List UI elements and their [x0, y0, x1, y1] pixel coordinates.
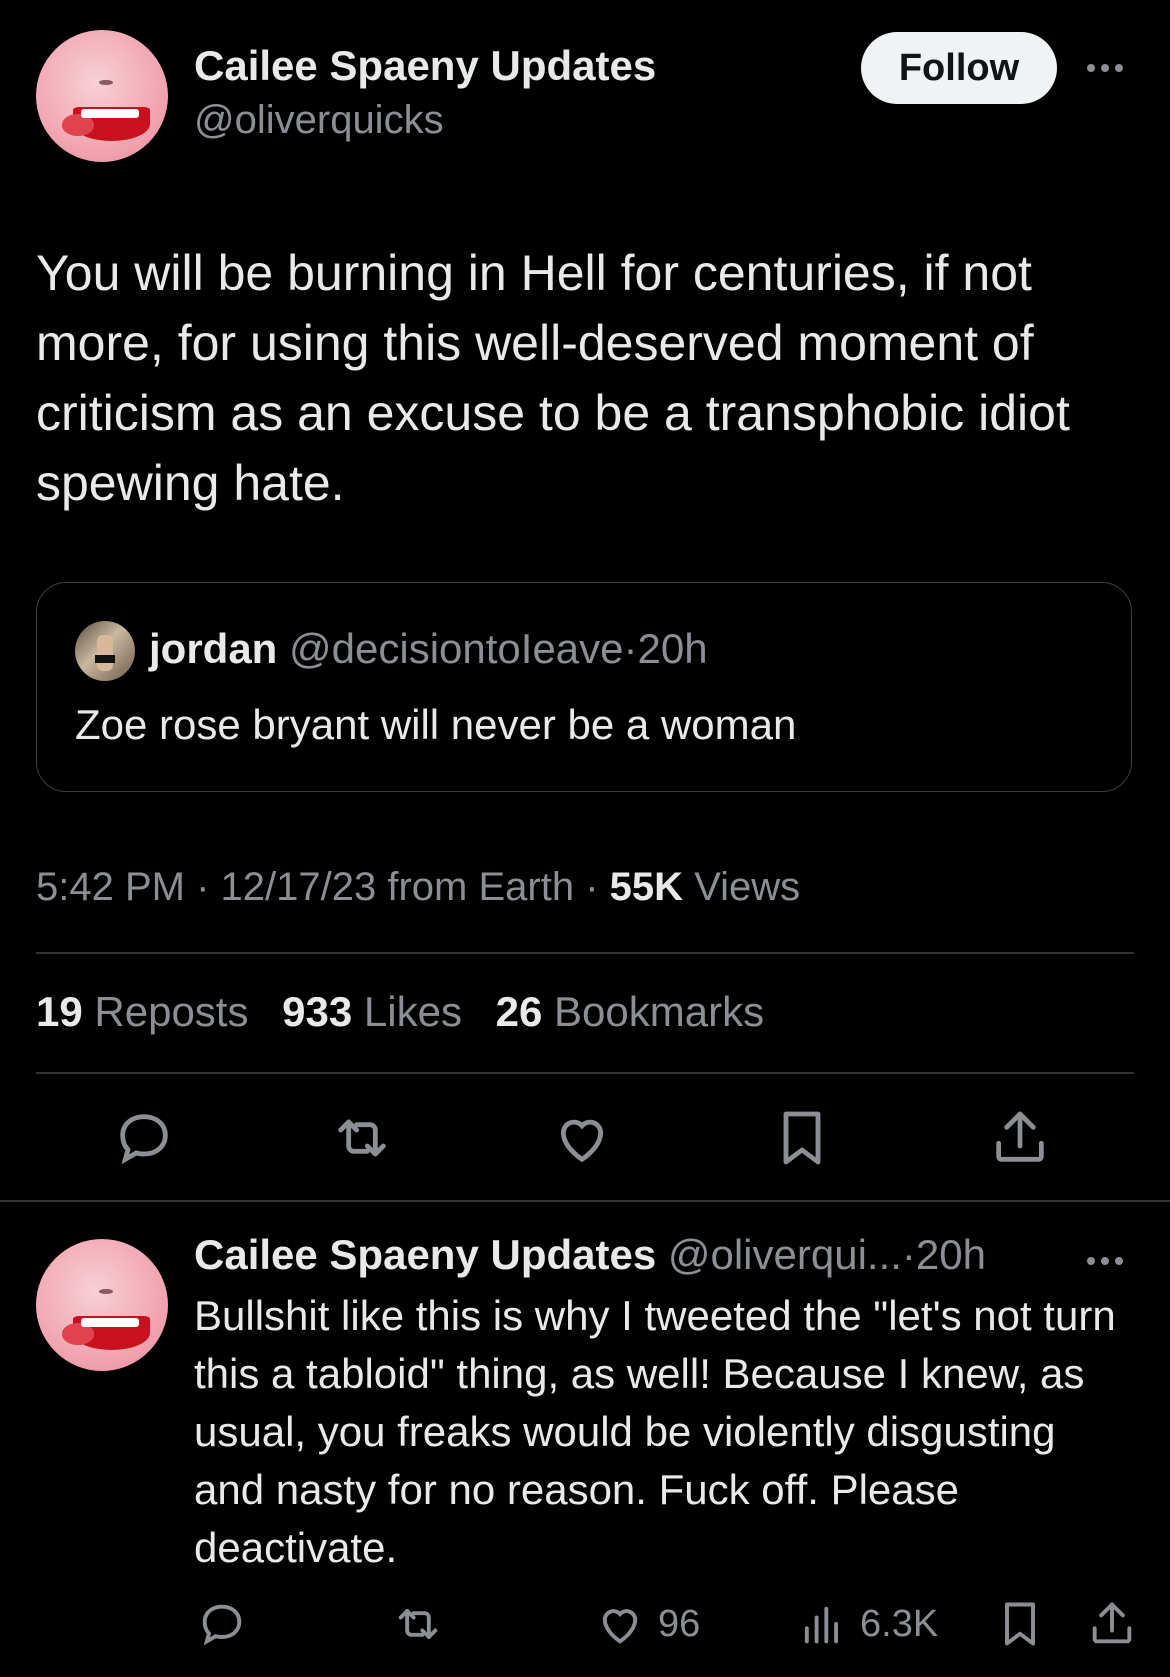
likes-count: 933	[282, 988, 353, 1035]
more-options-icon[interactable]	[1087, 64, 1123, 72]
author-name[interactable]: Cailee Spaeny Updates	[194, 1231, 656, 1278]
repost-icon	[398, 1609, 438, 1639]
reply-text: Bullshit like this is why I tweeted the …	[194, 1292, 1116, 1571]
bookmark-icon[interactable]	[770, 1106, 834, 1170]
more-options-icon[interactable]	[1087, 1257, 1123, 1265]
tweet-time: 5:42 PM	[36, 865, 185, 909]
reply-header: Cailee Spaeny Updates @oliverqui...·20h	[194, 1231, 986, 1279]
reposts-label: Reposts	[94, 988, 249, 1035]
reposts-stat[interactable]: 19 Reposts	[36, 988, 248, 1035]
bookmark-icon	[1005, 1602, 1035, 1646]
bookmarks-label: Bookmarks	[554, 988, 765, 1035]
reposts-count: 19	[36, 988, 83, 1035]
tweet-date-source: 12/17/23 from Earth	[220, 865, 575, 909]
quoted-author-name: jordan	[149, 625, 278, 672]
main-tweet: Cailee Spaeny Updates @oliverquicks Foll…	[0, 0, 1170, 1200]
tweet-text: You will be burning in Hell for centurie…	[36, 245, 1070, 511]
quoted-author-handle: @decisiontoIeave	[289, 625, 624, 672]
tweet-stats: 19 Reposts 933 Likes 26 Bookmarks	[36, 988, 786, 1036]
like-count: 96	[658, 1602, 701, 1645]
separator-dot: ·	[901, 1231, 916, 1278]
reply-time: 20h	[915, 1231, 986, 1278]
quoted-tweet-header: jordan @decisiontoIeave·20h	[149, 625, 708, 673]
separator-dot: ·	[585, 865, 599, 909]
reply-reply-button[interactable]	[196, 1598, 248, 1650]
quoted-tweet-time: 20h	[637, 625, 708, 672]
reply-repost-button[interactable]	[392, 1598, 444, 1650]
views-label: Views	[694, 865, 801, 909]
separator-dot: ·	[623, 625, 638, 672]
author-handle[interactable]: @oliverquicks	[194, 98, 444, 143]
bookmarks-stat[interactable]: 26 Bookmarks	[496, 988, 764, 1035]
share-icon[interactable]	[988, 1106, 1052, 1170]
like-icon	[602, 1609, 638, 1644]
likes-label: Likes	[363, 988, 462, 1035]
separator-dot: ·	[196, 865, 210, 909]
likes-stat[interactable]: 933 Likes	[282, 988, 462, 1035]
author-avatar[interactable]	[36, 30, 168, 162]
tweet-meta: 5:42 PM · 12/17/23 from Earth · 55K View…	[36, 865, 800, 910]
reply-icon	[202, 1604, 242, 1646]
quoted-author-avatar	[75, 621, 135, 681]
reply-share-button[interactable]	[1086, 1598, 1138, 1650]
views-count: 55K	[609, 865, 684, 909]
divider	[36, 952, 1134, 954]
quoted-tweet-text: Zoe rose bryant will never be a woman	[75, 701, 797, 748]
repost-icon[interactable]	[330, 1106, 394, 1170]
views-icon	[804, 1606, 839, 1644]
author-name[interactable]: Cailee Spaeny Updates	[194, 42, 656, 90]
reply-like-button[interactable]: 96	[594, 1598, 700, 1650]
follow-button[interactable]: Follow	[861, 32, 1057, 104]
share-icon	[1092, 1602, 1132, 1644]
author-avatar[interactable]	[36, 1239, 168, 1371]
reply-views-button[interactable]: 6.3K	[796, 1598, 938, 1650]
views-count: 6.3K	[860, 1602, 939, 1645]
bookmarks-count: 26	[495, 988, 543, 1035]
divider	[36, 1072, 1134, 1074]
reply-bookmark-button[interactable]	[994, 1598, 1046, 1650]
reply-icon[interactable]	[112, 1106, 176, 1170]
quoted-tweet[interactable]: jordan @decisiontoIeave·20h Zoe rose bry…	[36, 582, 1132, 792]
author-handle[interactable]: @oliverqui...	[668, 1231, 902, 1278]
like-icon[interactable]	[550, 1106, 614, 1170]
